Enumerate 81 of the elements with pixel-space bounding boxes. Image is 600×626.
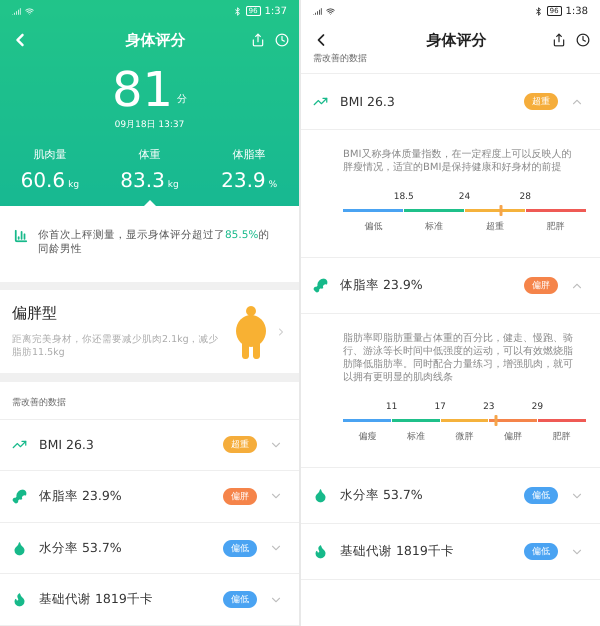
bluetooth-icon <box>232 6 242 16</box>
share-button[interactable] <box>552 33 566 47</box>
drumstick-icon <box>12 488 27 504</box>
scale-label: 偏胖 <box>503 430 524 443</box>
status-tag: 偏胖 <box>223 488 257 505</box>
status-tag: 偏低 <box>223 540 257 557</box>
body-type-description: 距离完美身材，你还需要减少肌肉2.1kg，减少脂肪11.5kg <box>12 333 220 360</box>
scale-label: 偏低 <box>363 220 384 233</box>
stat-label: 肌肉量 <box>33 147 66 162</box>
stat-value: 60.6 kg <box>20 168 80 192</box>
metric-name: 基础代谢 1819千卡 <box>340 543 455 560</box>
metric-row[interactable]: 体脂率 23.9% 偏胖 <box>301 258 600 314</box>
clock-icon <box>275 33 289 47</box>
metric-name: 体脂率 23.9% <box>340 277 424 294</box>
metric-name: 水分率 53.7% <box>39 540 123 557</box>
stat-value: 23.9% <box>221 168 278 192</box>
droplet-icon <box>12 540 27 556</box>
scale-label: 微胖 <box>454 430 474 443</box>
droplet-icon <box>313 488 328 503</box>
score-value: 81 <box>112 64 174 116</box>
share-icon <box>552 33 566 47</box>
history-button[interactable] <box>576 33 590 47</box>
metric-row[interactable]: BMI 26.3 超重 <box>0 420 299 472</box>
metric-row[interactable]: 体脂率 23.9% 偏胖 <box>0 471 299 523</box>
status-tag: 偏低 <box>524 543 558 560</box>
metric-name: 水分率 53.7% <box>340 487 424 504</box>
scale-tick: 23 <box>483 402 495 412</box>
bluetooth-icon <box>534 6 543 16</box>
scale-label: 偏瘦 <box>357 430 378 443</box>
scale-tick: 28 <box>520 192 531 202</box>
wifi-icon <box>25 6 34 16</box>
stat-label: 体脂率 <box>232 147 266 162</box>
metric-row[interactable]: 水分率 53.7% 偏低 <box>301 468 600 524</box>
wifi-icon <box>326 6 335 16</box>
status-tag: 超重 <box>524 93 558 110</box>
section-label: 需改善的数据 <box>301 52 600 74</box>
metric-name: BMI 26.3 <box>39 437 95 452</box>
status-tag: 超重 <box>223 436 257 454</box>
plump-figure-icon <box>233 304 269 359</box>
stat-label: 体重 <box>138 147 160 162</box>
status-time: 1:38 <box>566 6 588 16</box>
page-title: 身体评分 <box>426 30 488 50</box>
measure-date: 09月18日 13:37 <box>114 119 186 131</box>
flame-icon <box>313 544 328 559</box>
share-icon <box>251 33 265 47</box>
metric-name: 体脂率 23.9% <box>39 488 123 505</box>
scale-tick: 18.5 <box>394 192 414 202</box>
metric-row[interactable]: 水分率 53.7% 偏低 <box>0 522 299 574</box>
flame-icon <box>12 592 27 608</box>
scale-label: 标准 <box>424 220 444 233</box>
scale-tick: 24 <box>458 192 470 202</box>
insight-text: 你首次上秤测量，显示身体评分超过了85.5%的同龄男性 <box>38 228 270 256</box>
stat-value: 83.3 kg <box>120 168 179 192</box>
metric-description: 脂肪率即脂肪重量占体重的百分比，健走、慢跑、骑行、游泳等长时间中低强度的运动，可以有效燃烧脂肪降低脂肪率。同时配合力量练习，增强肌肉，就可以拥有更明显的肌肉线条 <box>343 332 574 384</box>
status-tag: 偏低 <box>223 591 257 608</box>
scale-label: 标准 <box>406 430 426 443</box>
scale-tick: 11 <box>386 402 398 412</box>
metric-row[interactable]: BMI 26.3 超重 <box>301 74 600 130</box>
scale-label: 超重 <box>484 220 505 233</box>
metric-row[interactable]: 基础代谢 1819千卡 偏低 <box>0 574 299 626</box>
body-type-card[interactable]: 偏胖型 距离完美身材，你还需要减少肌肉2.1kg，减少脂肪11.5kg <box>0 290 299 374</box>
body-type-title: 偏胖型 <box>12 304 58 324</box>
bar-chart-icon <box>14 228 28 244</box>
signal-icon <box>12 6 21 16</box>
metric-row[interactable]: 基础代谢 1819千卡 偏低 <box>301 524 600 580</box>
scale-tick: 29 <box>532 402 544 412</box>
metric-name: BMI 26.3 <box>340 94 396 109</box>
drumstick-icon <box>313 278 328 293</box>
clock-icon <box>576 33 590 47</box>
status-tag: 偏胖 <box>524 277 558 294</box>
scale-tick: 17 <box>434 402 446 412</box>
status-time: 1:37 <box>264 6 287 16</box>
score-unit: 分 <box>177 93 188 106</box>
scale-label: 肥胖 <box>546 220 566 233</box>
section-label: 需改善的数据 <box>0 382 299 420</box>
metric-description: BMI又称身体质量指数，在一定程度上可以反映人的胖瘦情况，适宜的BMI是保持健康和好身材的前提 <box>343 148 572 174</box>
status-tag: 偏低 <box>524 487 558 504</box>
metric-name: 基础代谢 1819千卡 <box>39 591 154 608</box>
scale-label: 肥胖 <box>552 430 572 443</box>
page-title: 身体评分 <box>124 30 186 50</box>
signal-icon <box>313 6 322 16</box>
